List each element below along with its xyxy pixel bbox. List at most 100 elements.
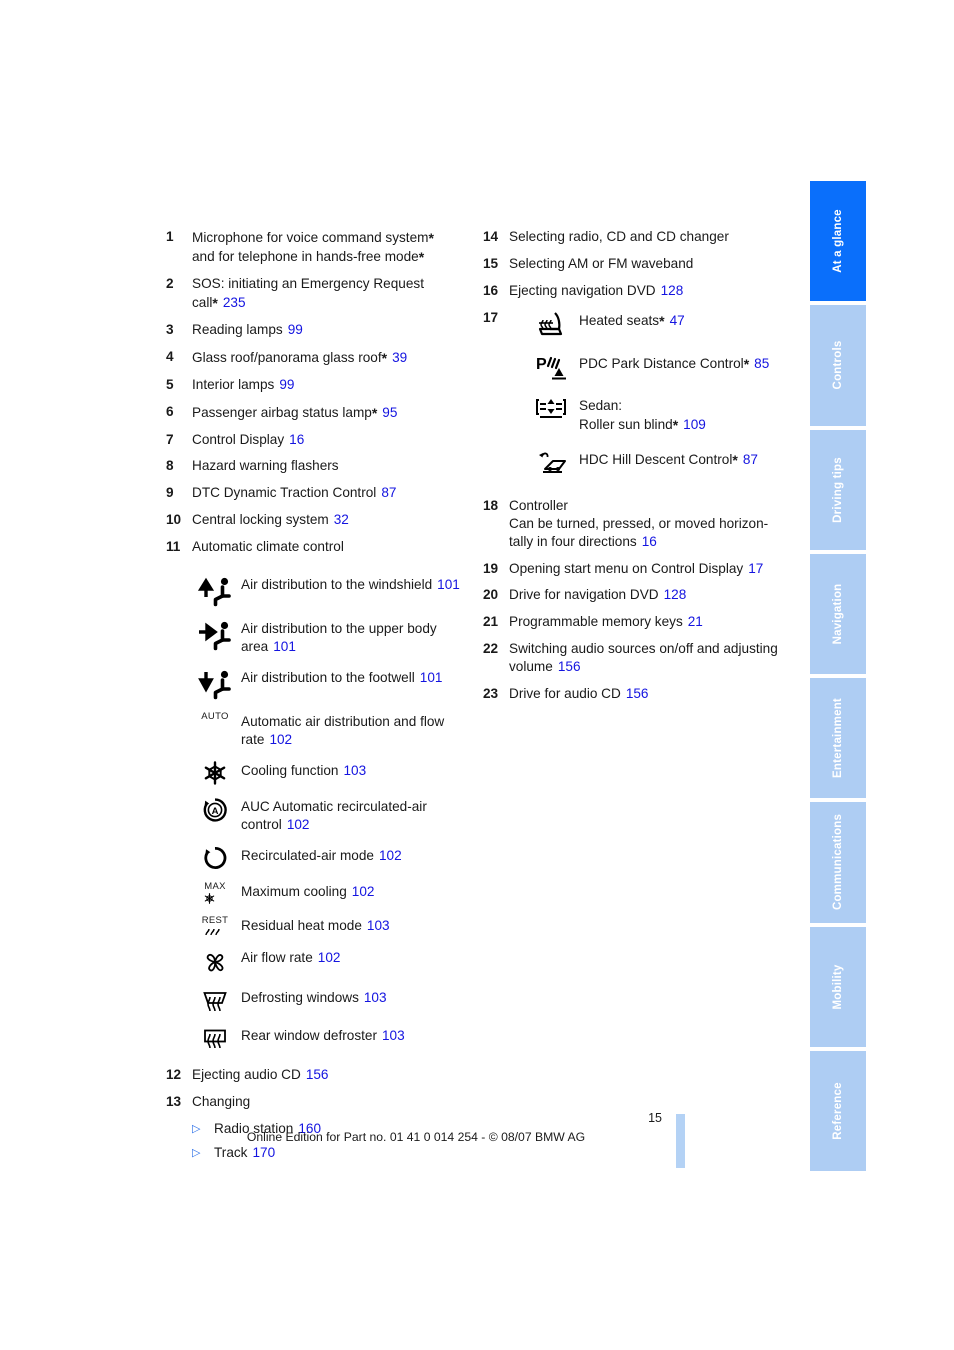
- page-reference[interactable]: 21: [688, 614, 703, 629]
- page-reference[interactable]: 32: [334, 512, 349, 527]
- icon-row: MAX Maximum cooling 102: [193, 881, 476, 904]
- page-reference[interactable]: 102: [352, 884, 375, 899]
- tab-reference[interactable]: Reference: [810, 1050, 866, 1171]
- entry-number: 10: [166, 512, 181, 528]
- numbered-entry: 20 Drive for navigation DVD 128: [483, 586, 788, 604]
- page-reference[interactable]: 170: [252, 1145, 275, 1160]
- page-reference[interactable]: 17: [748, 561, 763, 576]
- page-reference[interactable]: 102: [287, 817, 310, 832]
- tab-mobility[interactable]: Mobility: [810, 926, 866, 1047]
- sub-bullet-item: ▷ Track 170: [192, 1144, 476, 1162]
- numbered-entry: 5 Interior lamps 99: [166, 376, 476, 394]
- page-reference[interactable]: 101: [437, 577, 460, 592]
- icon-row: Defrosting windows 103: [193, 987, 476, 1014]
- entry-text: Ejecting audio CD: [192, 1066, 301, 1082]
- page-reference[interactable]: 101: [420, 670, 443, 685]
- page-reference[interactable]: 85: [754, 356, 769, 371]
- numbered-entry: 9 DTC Dynamic Traction Control 87: [166, 484, 476, 502]
- icon-row-label-line1: Sedan:: [579, 397, 623, 413]
- left-entry-list-continued: 12 Ejecting audio CD 156 13 Changing: [166, 1066, 476, 1111]
- page-reference[interactable]: 39: [392, 350, 407, 365]
- page-reference[interactable]: 47: [670, 313, 685, 328]
- auto-text-icon: AUTO: [201, 711, 229, 723]
- icon-row: A AUC Automatic recirculated-air control 1…: [193, 796, 476, 834]
- entry-number: 6: [166, 403, 174, 419]
- numbered-entry: 15 Selecting AM or FM waveband: [483, 255, 788, 273]
- heated-seat-icon: [527, 309, 575, 338]
- climate-icon-list: Air distribution to the windshield 101 Air…: [193, 574, 476, 1052]
- page-reference[interactable]: 156: [626, 686, 649, 701]
- page-reference[interactable]: 156: [306, 1067, 329, 1082]
- section-tab-strip: At a glance Controls Driving tips Navigatio…: [810, 181, 866, 1171]
- page-reference[interactable]: 103: [344, 763, 367, 778]
- tab-navigation[interactable]: Navigation: [810, 553, 866, 674]
- page-reference[interactable]: 87: [743, 452, 758, 467]
- page-reference[interactable]: 102: [269, 732, 292, 747]
- optional-equipment-star: *: [212, 294, 218, 311]
- icon-row: Air distribution to the footwell 101: [193, 667, 476, 700]
- page-reference[interactable]: 87: [381, 485, 396, 500]
- page-reference[interactable]: 99: [279, 377, 294, 392]
- icon-row: Heated seats* 47: [527, 309, 788, 338]
- hdc-hill-descent-icon: [527, 448, 575, 475]
- entry-group-17: 17 Heated seats* 47 P PDC Park Distance Con…: [483, 309, 788, 489]
- page-reference[interactable]: 235: [223, 295, 246, 310]
- entry-number: 18: [483, 497, 498, 513]
- icon-row-label: Defrosting windows: [241, 989, 359, 1005]
- entry-number: 22: [483, 641, 498, 657]
- air-distribution-upper-body-icon: [193, 618, 237, 651]
- sub-bullet-label: Track: [214, 1144, 248, 1160]
- numbered-entry: 21 Programmable memory keys 21: [483, 613, 788, 631]
- page-reference[interactable]: 128: [661, 283, 684, 298]
- page-reference[interactable]: 103: [364, 990, 387, 1005]
- left-column: 1 Microphone for voice command system* and…: [166, 228, 476, 1168]
- numbered-entry: 13 Changing: [166, 1093, 476, 1111]
- page-reference[interactable]: 109: [683, 417, 706, 432]
- page-reference[interactable]: 102: [379, 848, 402, 863]
- entry-number: 13: [166, 1093, 181, 1109]
- page-reference[interactable]: 156: [558, 659, 581, 674]
- page-reference[interactable]: 99: [288, 322, 303, 337]
- entry-text: Opening start menu on Control Display: [509, 560, 744, 576]
- tab-label: Controls: [832, 340, 844, 390]
- entry-number: 20: [483, 587, 498, 603]
- tab-communications[interactable]: Communications: [810, 802, 866, 923]
- tab-controls[interactable]: Controls: [810, 305, 866, 426]
- icon-row: Recirculated-air mode 102: [193, 845, 476, 870]
- numbered-entry: 4 Glass roof/panorama glass roof* 39: [166, 348, 476, 367]
- entry-number: 5: [166, 376, 174, 392]
- tab-label: Reference: [832, 1082, 844, 1140]
- numbered-entry: 11 Automatic climate control: [166, 538, 476, 556]
- max-cooling-icon: MAX: [193, 881, 237, 904]
- entry-text: Passenger airbag status lamp: [192, 404, 372, 420]
- icon-row-label: Air distribution to the footwell: [241, 670, 415, 686]
- tab-at-a-glance[interactable]: At a glance: [810, 181, 866, 302]
- numbered-entry: 6 Passenger airbag status lamp* 95: [166, 403, 476, 422]
- page-reference[interactable]: 95: [382, 405, 397, 420]
- icon-row-label: PDC Park Distance Control: [579, 355, 744, 371]
- tab-label: At a glance: [832, 209, 844, 273]
- entry-text: Control Display: [192, 431, 285, 447]
- entry-text: Central locking system: [192, 512, 329, 528]
- entry-text: Drive for audio CD: [509, 686, 621, 702]
- page-reference[interactable]: 16: [289, 432, 304, 447]
- defrost-windshield-icon: [193, 987, 237, 1014]
- page-reference[interactable]: 103: [382, 1028, 405, 1043]
- entry-number: 9: [166, 485, 174, 501]
- page-reference[interactable]: 16: [642, 534, 657, 549]
- icon-row-label: AUC Automatic recirculated-air control: [241, 798, 427, 832]
- entry-number: 17: [483, 309, 499, 325]
- icon-row-label: Air distribution to the upper body area: [241, 621, 437, 655]
- entry-number: 23: [483, 686, 498, 702]
- page-reference[interactable]: 103: [367, 918, 390, 933]
- icon-row: Air distribution to the upper body area 1…: [193, 618, 476, 656]
- page-reference[interactable]: 102: [318, 950, 341, 965]
- page-reference[interactable]: 101: [273, 639, 296, 654]
- page-edge-marker: [676, 1114, 685, 1168]
- left-entry-list: 1 Microphone for voice command system* and…: [166, 228, 476, 556]
- tab-driving-tips[interactable]: Driving tips: [810, 429, 866, 550]
- page-reference[interactable]: 128: [664, 587, 687, 602]
- entry-text: Drive for navigation DVD: [509, 587, 659, 603]
- tab-entertainment[interactable]: Entertainment: [810, 678, 866, 799]
- triangle-bullet-icon: ▷: [192, 1146, 201, 1159]
